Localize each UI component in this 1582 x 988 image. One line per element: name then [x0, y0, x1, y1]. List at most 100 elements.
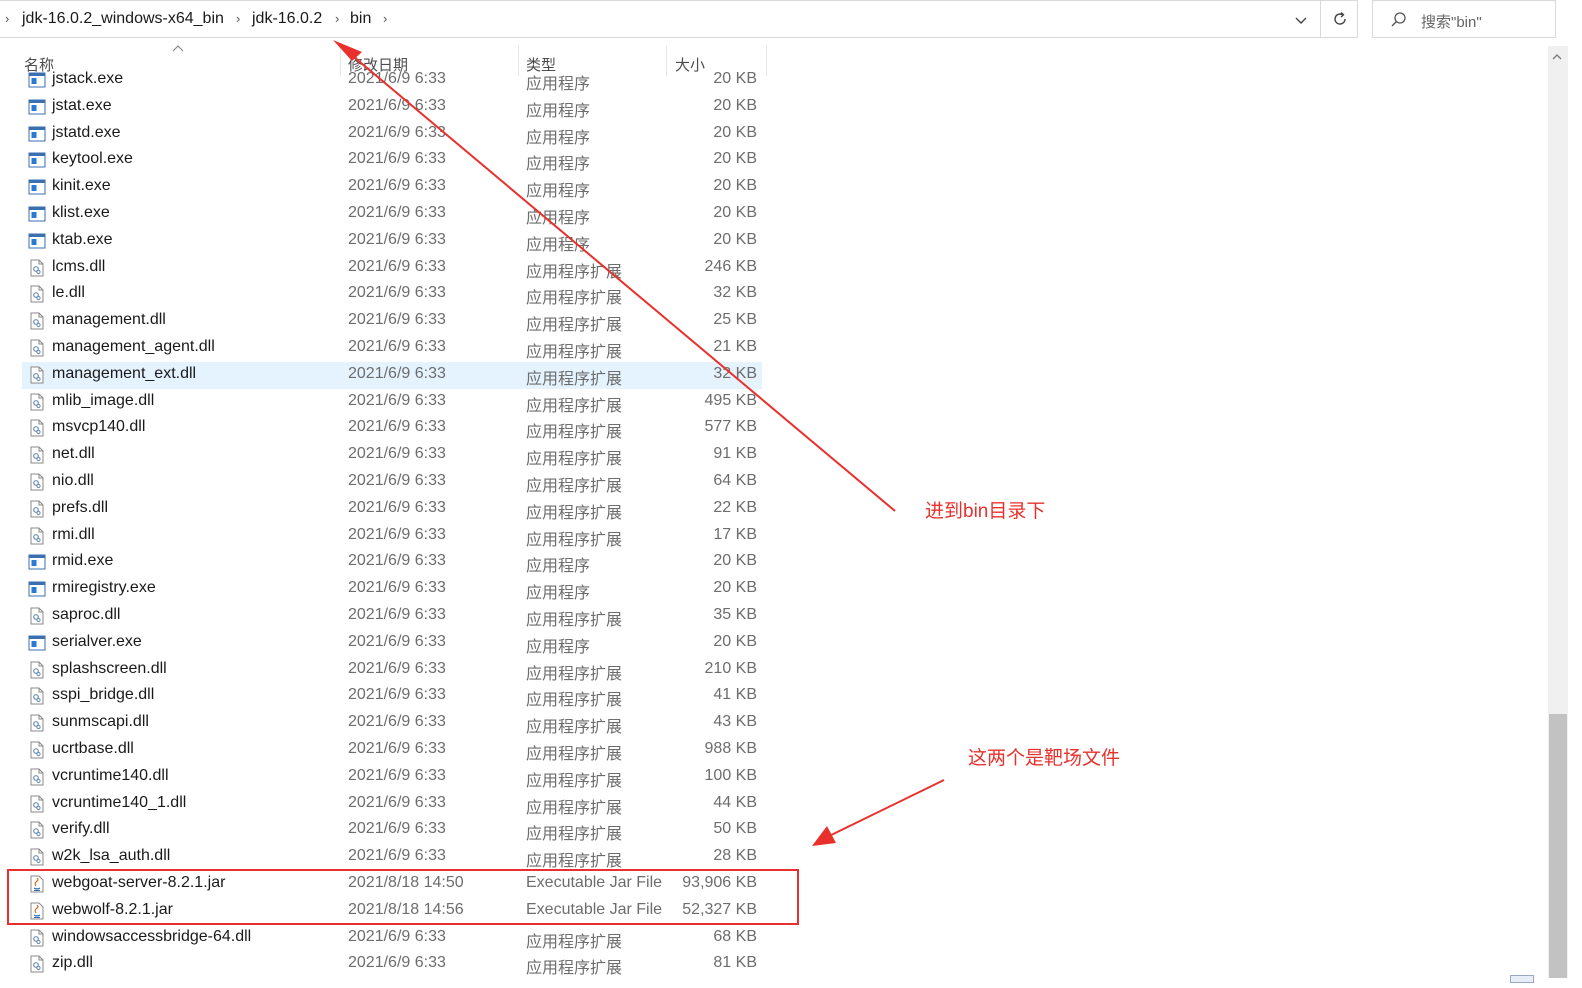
status-view-toggle[interactable] [1510, 975, 1534, 983]
file-name: sunmscapi.dll [52, 713, 149, 731]
file-row[interactable]: verify.dll 2021/6/9 6:33 应用程序扩展 50 KB [22, 817, 762, 844]
dll-icon [28, 259, 46, 277]
file-row[interactable]: ktab.exe 2021/6/9 6:33 应用程序 20 KB [22, 228, 762, 255]
file-size: 44 KB [713, 793, 757, 811]
file-row[interactable]: rmi.dll 2021/6/9 6:33 应用程序扩展 17 KB [22, 523, 762, 550]
file-type: 应用程序扩展 [526, 424, 623, 442]
file-row[interactable]: vcruntime140_1.dll 2021/6/9 6:33 应用程序扩展 44 … [22, 791, 762, 818]
file-row[interactable]: msvcp140.dll 2021/6/9 6:33 应用程序扩展 577 KB [22, 415, 762, 442]
file-row[interactable]: windowsaccessbridge-64.dll 2021/6/9 6:33 应… [22, 925, 762, 952]
file-modified-date: 2021/6/9 6:33 [348, 927, 446, 945]
breadcrumb-separator-icon[interactable]: › [5, 11, 9, 26]
file-size: 495 KB [704, 391, 757, 409]
breadcrumb-separator-icon[interactable]: › [236, 11, 240, 26]
file-row[interactable]: serialver.exe 2021/6/9 6:33 应用程序 20 KB [22, 630, 762, 657]
file-row[interactable]: prefs.dll 2021/6/9 6:33 应用程序扩展 22 KB [22, 496, 762, 523]
file-name: management_agent.dll [52, 338, 215, 355]
file-row[interactable]: management.dll 2021/6/9 6:33 应用程序扩展 25 KB [22, 308, 762, 335]
file-name: jstack.exe [52, 70, 124, 87]
file-size: 35 KB [713, 606, 757, 623]
file-modified-date: 2021/6/9 6:33 [348, 391, 446, 409]
refresh-button[interactable] [1320, 1, 1358, 38]
file-size: 20 KB [713, 177, 757, 195]
file-row[interactable]: sspi_bridge.dll 2021/6/9 6:33 应用程序扩展 41 KB [22, 683, 762, 710]
search-box[interactable]: 搜索"bin" [1372, 0, 1556, 38]
file-row[interactable]: net.dll 2021/6/9 6:33 应用程序扩展 91 KB [22, 442, 762, 469]
file-modified-date: 2021/6/9 6:33 [348, 498, 446, 516]
file-modified-date: 2021/6/9 6:33 [348, 311, 446, 329]
file-name: net.dll [52, 445, 95, 463]
file-modified-date: 2021/6/9 6:33 [348, 740, 446, 757]
file-row[interactable]: klist.exe 2021/6/9 6:33 应用程序 20 KB [22, 201, 762, 228]
file-row[interactable]: management_agent.dll 2021/6/9 6:33 应用程序扩展 2… [22, 335, 762, 362]
file-name: rmid.exe [52, 552, 114, 570]
file-name: saproc.dll [52, 606, 121, 623]
file-size: 43 KB [713, 713, 757, 731]
dll-icon [28, 741, 46, 759]
annotation-arrowhead [812, 826, 836, 846]
scroll-up-arrow-icon[interactable] [1551, 52, 1563, 62]
breadcrumb-item[interactable]: bin [350, 10, 371, 28]
file-row[interactable]: keytool.exe 2021/6/9 6:33 应用程序 20 KB [22, 147, 762, 174]
file-name: mlib_image.dll [52, 391, 155, 409]
file-type: 应用程序扩展 [526, 504, 623, 522]
file-size: 21 KB [713, 338, 757, 355]
chevron-down-icon[interactable] [1290, 9, 1312, 31]
file-name: rmiregistry.exe [52, 579, 156, 597]
scrollbar-thumb[interactable] [1549, 714, 1567, 978]
file-type: 应用程序扩展 [526, 772, 623, 790]
dll-icon [28, 955, 46, 973]
file-type: 应用程序扩展 [526, 665, 623, 683]
dll-icon [28, 929, 46, 947]
file-type: 应用程序扩展 [526, 344, 623, 361]
breadcrumb-item[interactable]: jdk-16.0.2 [252, 10, 322, 28]
file-size: 20 KB [713, 150, 757, 168]
dll-icon [28, 446, 46, 464]
file-size: 17 KB [713, 525, 757, 543]
file-row[interactable]: kinit.exe 2021/6/9 6:33 应用程序 20 KB [22, 174, 762, 201]
annotation-highlight-box [7, 869, 799, 925]
file-modified-date: 2021/6/9 6:33 [348, 766, 446, 784]
breadcrumb-separator-icon[interactable]: › [335, 11, 339, 26]
file-size: 32 KB [713, 364, 757, 382]
dll-icon [28, 821, 46, 839]
file-type: 应用程序 [526, 102, 591, 120]
file-row[interactable]: w2k_lsa_auth.dll 2021/6/9 6:33 应用程序扩展 28 KB [22, 844, 762, 871]
file-row[interactable]: nio.dll 2021/6/9 6:33 应用程序扩展 64 KB [22, 469, 762, 496]
file-name: nio.dll [52, 472, 94, 489]
breadcrumb-separator-icon[interactable]: › [383, 11, 387, 26]
file-row[interactable]: sunmscapi.dll 2021/6/9 6:33 应用程序扩展 43 KB [22, 710, 762, 737]
dll-icon [28, 527, 46, 545]
file-size: 32 KB [713, 284, 757, 302]
file-row[interactable]: ucrtbase.dll 2021/6/9 6:33 应用程序扩展 988 KB [22, 737, 762, 764]
file-size: 20 KB [713, 230, 757, 248]
file-row[interactable]: rmid.exe 2021/6/9 6:33 应用程序 20 KB [22, 549, 762, 576]
file-row[interactable]: zip.dll 2021/6/9 6:33 应用程序扩展 81 KB [22, 951, 762, 978]
file-row[interactable]: jstack.exe 2021/6/9 6:33 应用程序 20 KB [22, 67, 762, 94]
file-modified-date: 2021/6/9 6:33 [348, 793, 446, 811]
file-row[interactable]: rmiregistry.exe 2021/6/9 6:33 应用程序 20 KB [22, 576, 762, 603]
file-size: 100 KB [704, 766, 757, 784]
file-row[interactable]: saproc.dll 2021/6/9 6:33 应用程序扩展 35 KB [22, 603, 762, 630]
file-name: ktab.exe [52, 230, 113, 248]
file-name: management_ext.dll [52, 364, 197, 382]
file-row[interactable]: jstat.exe 2021/6/9 6:33 应用程序 20 KB [22, 94, 762, 121]
file-size: 68 KB [713, 927, 757, 945]
dll-icon [28, 393, 46, 411]
file-modified-date: 2021/6/9 6:33 [348, 954, 446, 972]
file-type: 应用程序 [526, 236, 591, 254]
address-bar[interactable]: › jdk-16.0.2_windows-x64_bin › jdk-16.0.… [0, 0, 1358, 38]
file-type: 应用程序扩展 [526, 960, 623, 978]
file-row[interactable]: splashscreen.dll 2021/6/9 6:33 应用程序扩展 210 K… [22, 657, 762, 684]
dll-icon [28, 500, 46, 518]
file-size: 20 KB [713, 70, 757, 87]
file-row[interactable]: mlib_image.dll 2021/6/9 6:33 应用程序扩展 495 KB [22, 389, 762, 416]
breadcrumb-item[interactable]: jdk-16.0.2_windows-x64_bin [22, 10, 224, 28]
file-type: 应用程序扩展 [526, 853, 623, 871]
file-row[interactable]: management_ext.dll 2021/6/9 6:33 应用程序扩展 32 … [22, 361, 762, 389]
exe-icon [28, 205, 46, 223]
file-row[interactable]: vcruntime140.dll 2021/6/9 6:33 应用程序扩展 100 K… [22, 764, 762, 791]
file-row[interactable]: le.dll 2021/6/9 6:33 应用程序扩展 32 KB [22, 281, 762, 308]
file-row[interactable]: jstatd.exe 2021/6/9 6:33 应用程序 20 KB [22, 121, 762, 148]
file-row[interactable]: lcms.dll 2021/6/9 6:33 应用程序扩展 246 KB [22, 255, 762, 282]
